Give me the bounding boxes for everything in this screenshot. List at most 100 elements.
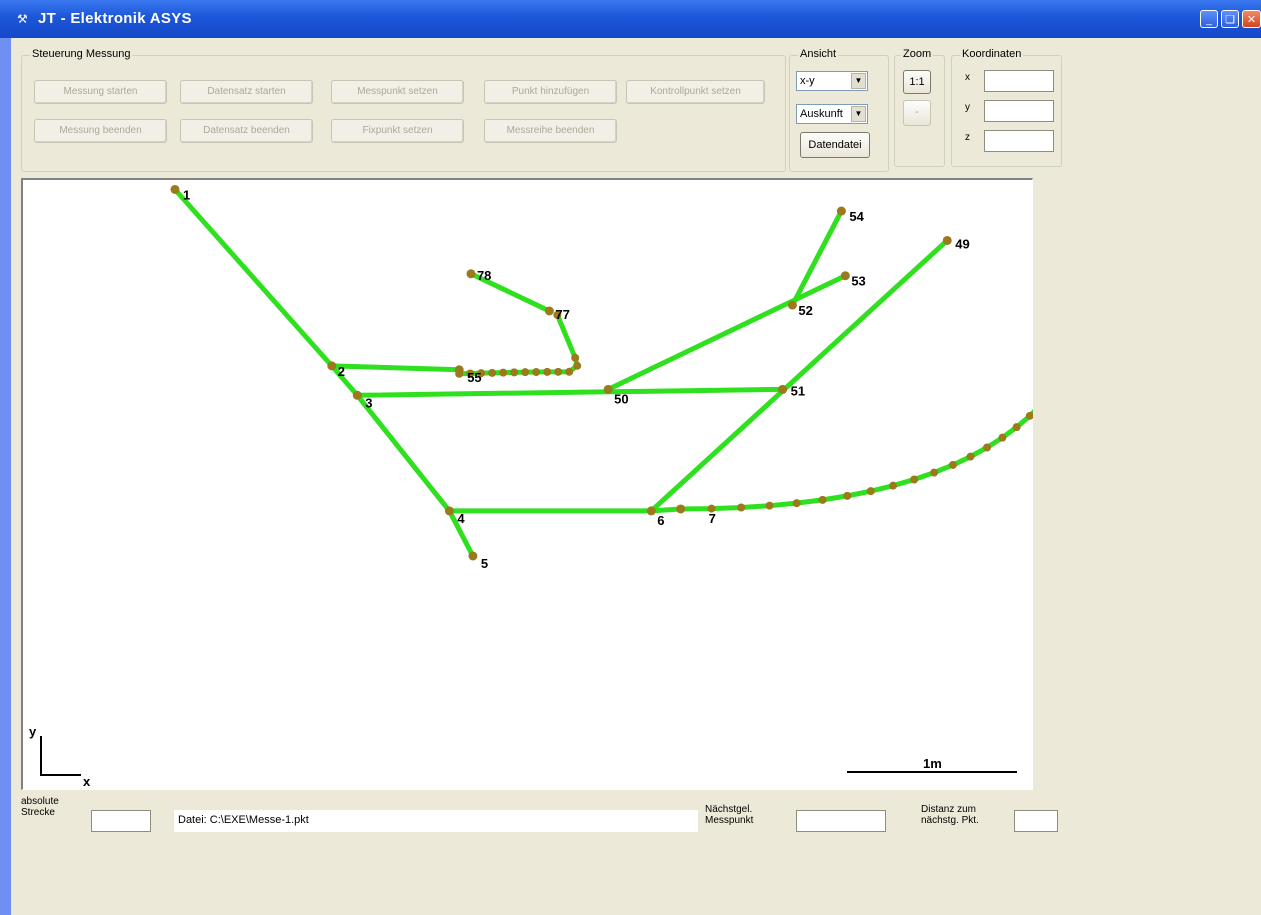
point-label-2: 2 (338, 364, 345, 379)
fixpunkt-setzen-button[interactable]: Fixpunkt setzen (331, 119, 464, 143)
chevron-down-icon[interactable]: ▼ (851, 73, 866, 89)
measurement-dot (910, 475, 919, 484)
point-label-4: 4 (457, 511, 465, 526)
restore-button[interactable]: ❏ (1221, 10, 1239, 28)
point-marker-4 (444, 506, 454, 516)
zoom-legend: Zoom (901, 48, 934, 60)
point-label-53: 53 (851, 274, 865, 289)
measurement-dot (983, 443, 992, 452)
track-segment (354, 392, 452, 514)
chevron-down-icon[interactable]: ▼ (851, 106, 866, 122)
measurement-dot (510, 368, 519, 377)
ansicht-group: Ansicht x-y ▼ Auskunft ▼ Datendatei (789, 48, 889, 172)
zoom-group: Zoom 1:1 - (894, 48, 945, 167)
zoom-1to1-button[interactable]: 1:1 (903, 70, 931, 94)
point-marker-54 (836, 206, 846, 216)
absolute-strecke-label-2: Strecke (21, 807, 55, 818)
point-label-51: 51 (791, 383, 805, 398)
z-label: z (965, 132, 970, 143)
koordinaten-legend: Koordinaten (960, 48, 1024, 60)
point-label-55: 55 (467, 370, 481, 385)
point-marker-50 (603, 384, 613, 394)
steuerung-legend: Steuerung Messung (30, 48, 133, 60)
window-title: JT - Elektronik ASYS (38, 10, 192, 27)
track-segment (648, 237, 950, 514)
absolute-strecke-field[interactable] (91, 810, 151, 832)
point-marker-51 (778, 384, 788, 394)
distanz-field[interactable] (1014, 810, 1058, 832)
punkt-hinzufuegen-button[interactable]: Punkt hinzufügen (484, 80, 617, 104)
point-label-1: 1 (183, 187, 190, 202)
distanz-label-1: Distanz zum (921, 804, 977, 815)
messpunkt-setzen-button[interactable]: Messpunkt setzen (331, 80, 464, 104)
datensatz-beenden-button[interactable]: Datensatz beenden (180, 119, 313, 143)
y-coordinate-field[interactable] (984, 100, 1054, 122)
track-segment (605, 273, 848, 392)
point-label-7: 7 (709, 511, 716, 526)
measurement-dot (532, 368, 541, 377)
track-segment (329, 363, 462, 373)
point-marker-5 (468, 551, 478, 561)
mode-select-value: Auskunft (800, 108, 843, 120)
close-button[interactable]: ✕ (1242, 10, 1261, 28)
axis-x-label: x (83, 774, 91, 789)
point-label-49: 49 (955, 236, 969, 251)
measurement-plot: 12345674748495051525354557778yx1m (29, 180, 1033, 789)
point-label-52: 52 (798, 303, 812, 318)
naechst-label-2: Messpunkt (705, 815, 754, 826)
point-label-77: 77 (555, 307, 569, 322)
koordinaten-group: Koordinaten x y z (951, 48, 1062, 167)
measurement-dot (521, 368, 530, 377)
datei-path-field: Datei: C:\EXE\Messe-1.pkt (174, 810, 698, 832)
track-segment (172, 186, 335, 369)
point-label-78: 78 (477, 268, 491, 283)
point-label-50: 50 (614, 391, 628, 406)
point-marker-7 (676, 504, 686, 514)
measurement-dot (792, 499, 801, 508)
point-label-6: 6 (657, 513, 664, 528)
messreihe-beenden-button[interactable]: Messreihe beenden (484, 119, 617, 143)
measurement-dot (571, 353, 580, 362)
zoom-out-button[interactable]: - (903, 100, 931, 126)
absolute-strecke-label-1: absolute (21, 796, 59, 807)
point-marker-1 (170, 184, 180, 194)
track-curve (680, 409, 1033, 512)
title-bar[interactable]: ⚒ JT - Elektronik ASYS _ ❏ ✕ (0, 0, 1261, 38)
measurement-dot (543, 367, 552, 376)
app-icon: ⚒ (17, 12, 28, 26)
measurement-dot (930, 468, 939, 477)
mode-select[interactable]: Auskunft ▼ (796, 104, 868, 124)
point-marker-77 (544, 306, 554, 316)
naechst-messpunkt-field[interactable] (796, 810, 886, 832)
measurement-dot (765, 501, 774, 510)
kontrollpunkt-setzen-button[interactable]: Kontrollpunkt setzen (626, 80, 765, 104)
measurement-dot (573, 361, 582, 370)
steuerung-group: Steuerung Messung Messung starten Datens… (21, 48, 786, 172)
measurement-canvas[interactable]: 12345674748495051525354557778yx1m (21, 178, 1033, 790)
x-label: x (965, 72, 970, 83)
datendatei-button[interactable]: Datendatei (800, 132, 870, 158)
measurement-dot (948, 460, 957, 469)
point-label-5: 5 (481, 556, 488, 571)
messung-starten-button[interactable]: Messung starten (34, 80, 167, 104)
measurement-dot (866, 487, 875, 496)
view-select[interactable]: x-y ▼ (796, 71, 868, 91)
x-coordinate-field[interactable] (984, 70, 1054, 92)
minimize-button[interactable]: _ (1200, 10, 1218, 28)
measurement-dot (554, 367, 563, 376)
axis-y-label: y (29, 724, 37, 739)
y-label: y (965, 102, 970, 113)
measurement-dot (499, 368, 508, 377)
point-marker-49 (942, 235, 952, 245)
measurement-dot (998, 433, 1007, 442)
point-marker-78 (466, 269, 476, 279)
point-marker-53 (840, 271, 850, 281)
track-segment (1032, 180, 1033, 182)
measurement-dot (488, 368, 497, 377)
measurement-dot (966, 452, 975, 461)
point-marker-3 (352, 390, 362, 400)
datensatz-starten-button[interactable]: Datensatz starten (180, 80, 313, 104)
messung-beenden-button[interactable]: Messung beenden (34, 119, 167, 143)
z-coordinate-field[interactable] (984, 130, 1054, 152)
measurement-dot (843, 491, 852, 500)
